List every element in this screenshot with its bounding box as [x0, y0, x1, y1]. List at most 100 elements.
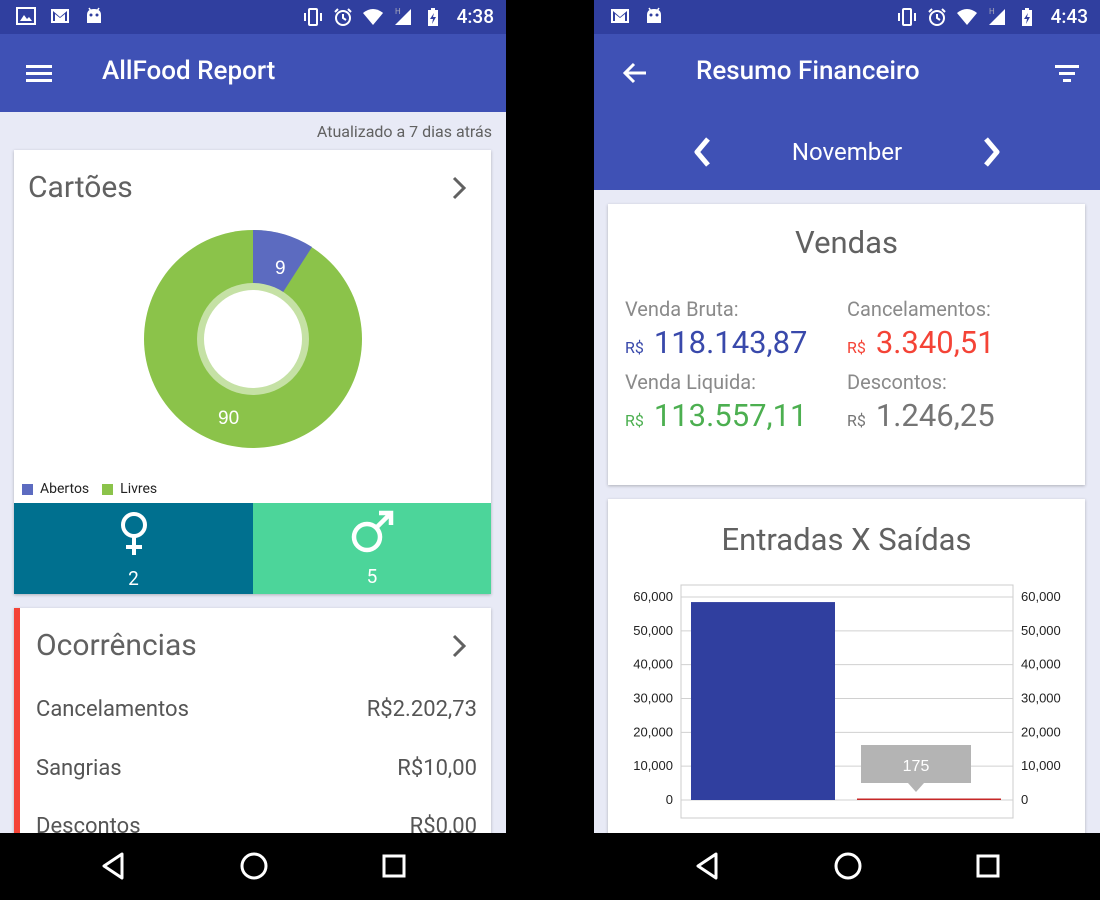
- female-count: 2: [128, 567, 139, 590]
- chart-legend: Abertos Livres: [22, 481, 157, 497]
- status-clock: 4:43: [1050, 5, 1088, 28]
- donut-abertos-label: 9: [275, 258, 286, 279]
- alarm-icon: [333, 7, 352, 26]
- row-descontos-label: Descontos: [36, 814, 141, 833]
- back-nav-icon[interactable]: [694, 851, 720, 881]
- descontos-amount: R$ 1.246,25: [847, 397, 995, 434]
- alarm-icon: [927, 7, 946, 26]
- descontos-value: 1.246,25: [875, 397, 995, 434]
- android-icon: [87, 7, 101, 23]
- female-tile[interactable]: 2: [14, 503, 253, 594]
- currency-label: R$: [625, 338, 644, 357]
- y-tick-label-right: 10,000: [1021, 758, 1061, 773]
- legend-livres-swatch: [102, 483, 114, 495]
- cartoes-title: Cartões: [28, 170, 133, 205]
- vendas-title: Vendas: [795, 224, 898, 261]
- currency-label: R$: [625, 411, 644, 430]
- row-cancelamentos-label: Cancelamentos: [36, 697, 189, 722]
- next-month-icon[interactable]: [980, 136, 1002, 168]
- donut-chart: 9 90: [144, 229, 362, 448]
- chevron-right-icon[interactable]: [449, 174, 469, 202]
- legend-abertos-swatch: [22, 483, 33, 495]
- venda-bruta-label: Venda Bruta:: [625, 297, 739, 321]
- chart-title: Entradas X Saídas: [721, 521, 972, 558]
- legend-livres: Livres: [120, 481, 158, 497]
- y-tick-label-right: 50,000: [1021, 623, 1061, 638]
- male-icon: [351, 510, 394, 553]
- venda-liquida-label: Venda Liquida:: [625, 370, 756, 394]
- status-bar: H 4:38: [0, 0, 506, 34]
- row-sangrias-value: R$10,00: [397, 756, 477, 781]
- vibrate-icon: [897, 7, 916, 26]
- menu-icon[interactable]: [24, 58, 54, 88]
- male-tile[interactable]: 5: [253, 503, 491, 594]
- venda-liquida-value: 113.557,11: [653, 397, 808, 434]
- tooltip-text: 175: [903, 758, 930, 775]
- battery-icon: [1021, 7, 1032, 26]
- filter-icon[interactable]: [1052, 58, 1082, 88]
- currency-label: R$: [847, 338, 866, 357]
- app-title: AllFood Report: [102, 56, 276, 86]
- cancelamentos-label: Cancelamentos:: [847, 297, 991, 321]
- cancelamentos-amount: R$ 3.340,51: [847, 324, 995, 361]
- status-clock: 4:38: [456, 5, 494, 28]
- chevron-right-icon[interactable]: [449, 632, 469, 660]
- donut-livres-label: 90: [218, 408, 239, 429]
- ocorrencias-title: Ocorrências: [36, 628, 197, 663]
- app-bar: AllFood Report: [0, 34, 506, 112]
- entradas-saidas-card: Entradas X Saídas 0 0 10,000 10,000 20,000 20…: [608, 499, 1085, 833]
- venda-liquida-amount: R$ 113.557,11: [625, 397, 807, 434]
- venda-bruta-amount: R$ 118.143,87: [625, 324, 807, 361]
- app-title: Resumo Financeiro: [696, 56, 920, 86]
- vibrate-icon: [303, 7, 322, 26]
- tooltip-pointer: [908, 783, 924, 792]
- cartoes-card[interactable]: Cartões 9 90 Abertos Livres 2 5: [14, 150, 491, 594]
- signal-icon: H: [988, 7, 1005, 25]
- wifi-icon: [362, 8, 383, 25]
- row-descontos-value: R$0,00: [409, 814, 477, 833]
- month-label: November: [791, 138, 903, 166]
- y-tick-label-left: 0: [666, 792, 673, 807]
- vendas-card: Vendas Venda Bruta: R$ 118.143,87 Cancel…: [608, 204, 1085, 485]
- signal-icon: H: [394, 7, 411, 25]
- updated-text: Atualizado a 7 dias atrás: [316, 122, 492, 141]
- back-nav-icon[interactable]: [100, 851, 126, 881]
- y-tick-label-left: 20,000: [633, 724, 673, 739]
- ocorrencias-card[interactable]: Ocorrências Cancelamentos R$2.202,73 San…: [14, 608, 491, 833]
- home-nav-icon[interactable]: [833, 851, 863, 881]
- male-count: 5: [366, 565, 378, 588]
- right-screen: H 4:43 Resumo Financeiro November Vendas…: [594, 0, 1100, 833]
- bar-saídas: [857, 798, 1001, 800]
- android-icon: [647, 7, 661, 23]
- y-tick-label-right: 40,000: [1021, 657, 1061, 672]
- recents-nav-icon[interactable]: [381, 851, 407, 881]
- female-icon: [121, 512, 147, 555]
- y-tick-label-left: 30,000: [633, 691, 673, 706]
- left-screen: H 4:38 AllFood Report Atualizado a 7 dia…: [0, 0, 506, 833]
- bar-entradas: [691, 602, 835, 800]
- gmail-icon: [611, 9, 629, 23]
- back-arrow-icon[interactable]: [620, 58, 650, 88]
- row-sangrias-label: Sangrias: [36, 756, 122, 781]
- y-tick-label-right: 60,000: [1021, 589, 1061, 604]
- venda-bruta-value: 118.143,87: [653, 324, 808, 361]
- svg-text:H: H: [989, 7, 995, 16]
- recents-nav-icon[interactable]: [975, 851, 1001, 881]
- status-bar: H 4:43: [594, 0, 1100, 34]
- y-tick-label-left: 50,000: [633, 623, 673, 638]
- y-tick-label-left: 40,000: [633, 657, 673, 672]
- gmail-icon: [51, 9, 69, 23]
- y-tick-label-right: 20,000: [1021, 724, 1061, 739]
- bar-chart: 0 0 10,000 10,000 20,000 20,000 30,000 30,000 40…: [633, 584, 1061, 819]
- legend-abertos: Abertos: [40, 481, 90, 497]
- image-icon: [16, 7, 36, 25]
- wifi-icon: [956, 8, 977, 25]
- navigation-bar: [0, 833, 1100, 900]
- row-cancelamentos-value: R$2.202,73: [366, 697, 477, 722]
- y-tick-label-left: 60,000: [633, 589, 673, 604]
- battery-icon: [427, 7, 438, 26]
- currency-label: R$: [847, 411, 866, 430]
- descontos-label: Descontos:: [847, 370, 947, 394]
- y-tick-label-left: 10,000: [633, 758, 673, 773]
- home-nav-icon[interactable]: [239, 851, 269, 881]
